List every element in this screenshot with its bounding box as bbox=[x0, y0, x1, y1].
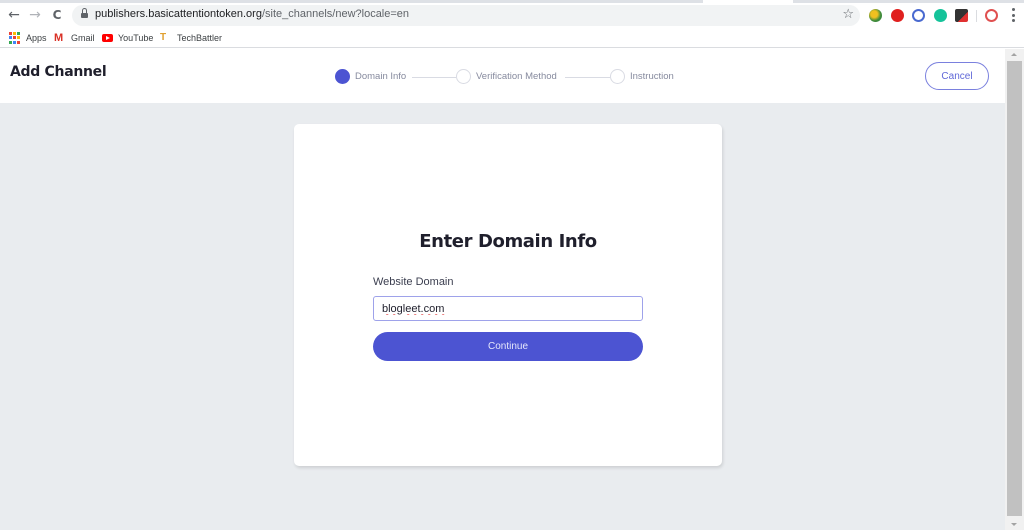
extension-adblock-icon[interactable] bbox=[891, 9, 904, 22]
website-domain-input[interactable] bbox=[373, 296, 643, 321]
step-connector bbox=[565, 77, 610, 78]
reload-icon[interactable]: C bbox=[48, 6, 66, 24]
website-domain-label: Website Domain bbox=[373, 276, 454, 288]
cancel-button[interactable]: Cancel bbox=[925, 62, 989, 90]
address-bar[interactable]: publishers.basicattentiontoken.org/site_… bbox=[72, 5, 860, 26]
continue-button[interactable]: Continue bbox=[373, 332, 643, 361]
arrow-left-icon[interactable]: ← bbox=[5, 6, 23, 24]
browser-menu-icon[interactable] bbox=[1011, 8, 1015, 22]
scroll-up-arrow-icon[interactable] bbox=[1011, 53, 1017, 56]
bookmark-label: Gmail bbox=[71, 33, 95, 43]
bookmark-star-icon[interactable]: ☆ bbox=[842, 7, 854, 22]
page-title: Add Channel bbox=[10, 64, 107, 80]
page-scrollbar[interactable] bbox=[1005, 49, 1024, 530]
step-label: Domain Info bbox=[355, 71, 407, 82]
bookmark-label: Apps bbox=[26, 33, 47, 43]
step-label: Instruction bbox=[630, 71, 674, 82]
extension-checklist-icon[interactable] bbox=[955, 9, 968, 22]
bookmark-youtube[interactable]: YouTube bbox=[102, 31, 153, 45]
step-inactive-dot-icon bbox=[610, 69, 625, 84]
scrollbar-thumb[interactable] bbox=[1007, 61, 1022, 516]
url-text[interactable]: publishers.basicattentiontoken.org/site_… bbox=[95, 8, 409, 20]
toolbar-divider bbox=[976, 10, 977, 22]
card-title: Enter Domain Info bbox=[419, 231, 597, 252]
arrow-right-icon[interactable]: → bbox=[26, 6, 44, 24]
extension-globe-icon[interactable] bbox=[869, 9, 882, 22]
lock-icon[interactable] bbox=[81, 8, 88, 19]
step-active-dot-icon bbox=[335, 69, 350, 84]
bookmark-techbattler[interactable]: T TechBattler bbox=[160, 31, 222, 45]
step-domain-info: Domain Info bbox=[335, 69, 406, 84]
bookmark-gmail[interactable]: M Gmail bbox=[54, 31, 95, 45]
apps-grid-icon bbox=[9, 32, 21, 44]
step-connector bbox=[412, 77, 456, 78]
gmail-icon: M bbox=[54, 32, 64, 44]
browser-toolbar: ← → C publishers.basicattentiontoken.org… bbox=[0, 3, 1024, 28]
profile-avatar-icon[interactable] bbox=[985, 9, 998, 22]
page: Add Channel Domain Info Verification Met… bbox=[0, 49, 1024, 530]
techbattler-icon: T bbox=[160, 32, 167, 43]
step-verification-method: Verification Method bbox=[456, 69, 557, 84]
page-header: Add Channel Domain Info Verification Met… bbox=[0, 49, 1005, 103]
bookmark-label: TechBattler bbox=[177, 33, 223, 43]
youtube-icon bbox=[102, 34, 113, 42]
bookmark-apps[interactable]: Apps bbox=[9, 31, 47, 45]
bookmarks-bar: Apps M Gmail YouTube T TechBattler bbox=[0, 28, 1024, 48]
step-instruction: Instruction bbox=[610, 69, 674, 84]
step-inactive-dot-icon bbox=[456, 69, 471, 84]
extension-block-icon[interactable] bbox=[912, 9, 925, 22]
domain-info-card: Enter Domain Info Website Domain Continu… bbox=[294, 124, 722, 466]
extension-grammarly-icon[interactable] bbox=[934, 9, 947, 22]
scroll-down-arrow-icon[interactable] bbox=[1011, 523, 1017, 526]
step-label: Verification Method bbox=[476, 71, 557, 82]
bookmark-label: YouTube bbox=[118, 33, 154, 43]
